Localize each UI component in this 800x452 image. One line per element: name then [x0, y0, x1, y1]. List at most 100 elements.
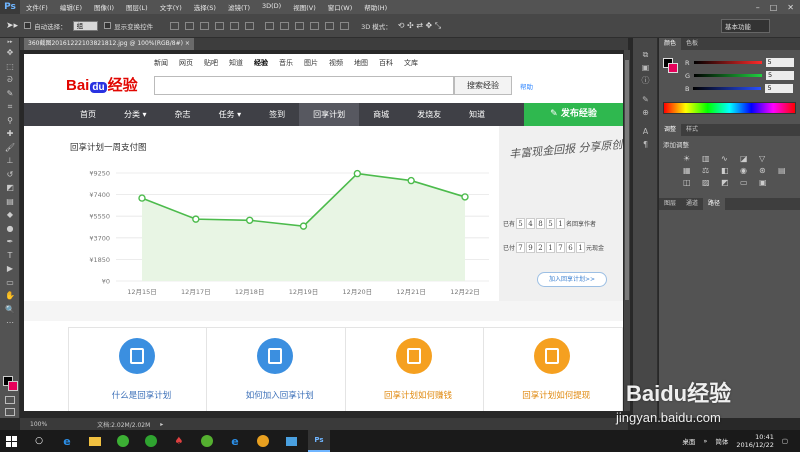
feature-card[interactable]: 如何加入回享计划 [207, 328, 346, 411]
distribute-center-icon[interactable] [325, 21, 335, 30]
top-nav-link[interactable]: 经验 [254, 58, 268, 68]
photoshop-taskbar-icon[interactable]: Ps [308, 430, 330, 452]
exposure-icon[interactable]: ◪ [740, 154, 753, 163]
qq-icon[interactable] [252, 430, 274, 452]
nav-item[interactable]: 知道 [455, 103, 499, 126]
zoom-tool-icon[interactable]: 🔍 [0, 303, 20, 317]
channel-mixer-icon[interactable]: ⊛ [759, 166, 772, 175]
channel-track[interactable] [693, 87, 762, 90]
move-tool-icon[interactable]: ✥ [0, 46, 20, 60]
brightness-icon[interactable]: ☀ [683, 154, 696, 163]
path-selection-tool-icon[interactable]: ▶ [0, 262, 20, 276]
clone-stamp-tool-icon[interactable]: ⊥ [0, 154, 20, 168]
tab-adjustments[interactable]: 调整 [659, 124, 682, 136]
properties-icon[interactable]: ▣ [633, 61, 658, 74]
help-link[interactable]: 帮助 [520, 81, 533, 91]
eyedropper-tool-icon[interactable]: ⚲ [0, 114, 20, 128]
channel-track[interactable] [694, 74, 763, 77]
top-nav-link[interactable]: 知道 [229, 58, 243, 68]
channel-value[interactable]: 5 [766, 71, 795, 80]
join-button[interactable]: 加入回享计划>> [537, 272, 607, 287]
minimize-button[interactable]: – [756, 3, 760, 12]
tray-arrow-icon[interactable]: » [703, 437, 707, 445]
ie-icon[interactable]: e [56, 430, 78, 452]
posterize-icon[interactable]: ▨ [702, 178, 715, 187]
auto-select-checkbox[interactable] [24, 22, 32, 29]
character-icon[interactable]: A [633, 125, 658, 138]
top-nav-link[interactable]: 图片 [304, 58, 318, 68]
shape-tool-icon[interactable]: ▭ [0, 276, 20, 290]
distribute-top-icon[interactable] [265, 21, 275, 30]
blur-tool-icon[interactable]: ◆ [0, 208, 20, 222]
lasso-tool-icon[interactable]: ᘐ [0, 73, 20, 87]
distribute-left-icon[interactable] [310, 21, 320, 30]
top-nav-link[interactable]: 音乐 [279, 58, 293, 68]
color-balance-icon[interactable]: ⚖ [702, 166, 715, 175]
scrollbar-thumb[interactable] [625, 60, 629, 300]
collapse-icon[interactable]: ▸▸ [0, 38, 20, 46]
tab-color[interactable]: 颜色 [659, 38, 682, 50]
align-middle-icon[interactable] [185, 21, 195, 30]
feature-card[interactable]: 什么是回享计划 [69, 328, 208, 411]
menu-item[interactable]: 文字(Y) [154, 2, 188, 12]
bw-icon[interactable]: ◧ [721, 166, 734, 175]
screen-mode-icon[interactable] [5, 408, 15, 416]
align-top-icon[interactable] [170, 21, 180, 30]
nav-item[interactable]: 分类 ▾ [110, 103, 161, 126]
more-tools-icon[interactable]: ⋯ [0, 316, 20, 330]
info-icon[interactable]: ⓘ [633, 74, 658, 87]
nav-item[interactable]: 杂志 [161, 103, 205, 126]
threshold-icon[interactable]: ◩ [721, 178, 734, 187]
menu-item[interactable]: 选择(S) [188, 2, 222, 12]
top-nav-link[interactable]: 新闻 [154, 58, 168, 68]
align-right-icon[interactable] [245, 21, 255, 30]
canvas-area[interactable]: 新闻 网页 贴吧 知道 经验 音乐 图片 视频 地图 百科 文库 Bai du 经验 搜索经验 帮助 首… [20, 50, 628, 411]
type-tool-icon[interactable]: T [0, 249, 20, 263]
pen-tool-icon[interactable]: ✒ [0, 235, 20, 249]
align-center-icon[interactable] [230, 21, 240, 30]
desktop-toolbar[interactable]: 桌面 [682, 436, 695, 446]
menu-item[interactable]: 窗口(W) [322, 2, 359, 12]
clone-source-icon[interactable]: ⊕ [633, 106, 658, 119]
selective-color-icon[interactable]: ▣ [759, 178, 772, 187]
top-nav-link[interactable]: 贴吧 [204, 58, 218, 68]
ime-indicator[interactable]: 简体 [715, 436, 728, 446]
background-swatch[interactable] [668, 63, 678, 73]
healing-brush-tool-icon[interactable]: ✚ [0, 127, 20, 141]
tab-layers[interactable]: 图层 [659, 198, 681, 210]
photo-filter-icon[interactable]: ◉ [740, 166, 753, 175]
distribute-bottom-icon[interactable] [295, 21, 305, 30]
menu-item[interactable]: 滤镜(T) [222, 2, 256, 12]
top-nav-link[interactable]: 地图 [354, 58, 368, 68]
channel-value[interactable]: 5 [765, 84, 794, 93]
nav-item[interactable]: 签到 [255, 103, 299, 126]
menu-item[interactable]: 视图(V) [287, 2, 322, 12]
screenshot-icon[interactable] [280, 430, 302, 452]
hand-tool-icon[interactable]: ✋ [0, 289, 20, 303]
history-icon[interactable]: ⧉ [633, 48, 658, 61]
file-explorer-icon[interactable] [84, 430, 106, 452]
crop-tool-icon[interactable]: ⌗ [0, 100, 20, 114]
paragraph-icon[interactable]: ¶ [633, 138, 658, 151]
move-tool-icon[interactable]: ➤▸ [6, 21, 18, 31]
game-icon[interactable]: ♠ [168, 430, 190, 452]
levels-icon[interactable]: ▥ [702, 154, 715, 163]
top-nav-link[interactable]: 文库 [404, 58, 418, 68]
gradient-map-icon[interactable]: ▭ [740, 178, 753, 187]
menu-item[interactable]: 帮助(H) [358, 2, 393, 12]
quick-select-tool-icon[interactable]: ✎ [0, 87, 20, 101]
marquee-tool-icon[interactable]: ⬚ [0, 60, 20, 74]
background-color-swatch[interactable] [8, 381, 18, 391]
clock[interactable]: 10:41 2016/12/22 [736, 433, 773, 449]
eraser-tool-icon[interactable]: ◩ [0, 181, 20, 195]
align-bottom-icon[interactable] [200, 21, 210, 30]
vibrance-icon[interactable]: ▽ [759, 154, 772, 163]
tab-swatches[interactable]: 色板 [681, 38, 703, 50]
close-tab-icon[interactable]: × [185, 40, 190, 47]
menu-item[interactable]: 文件(F) [20, 2, 54, 12]
tab-paths[interactable]: 路径 [703, 198, 726, 210]
nav-item[interactable]: 回享计划 [299, 103, 360, 126]
channel-track[interactable] [693, 61, 762, 64]
top-nav-link[interactable]: 百科 [379, 58, 393, 68]
color-spectrum[interactable] [663, 102, 796, 114]
